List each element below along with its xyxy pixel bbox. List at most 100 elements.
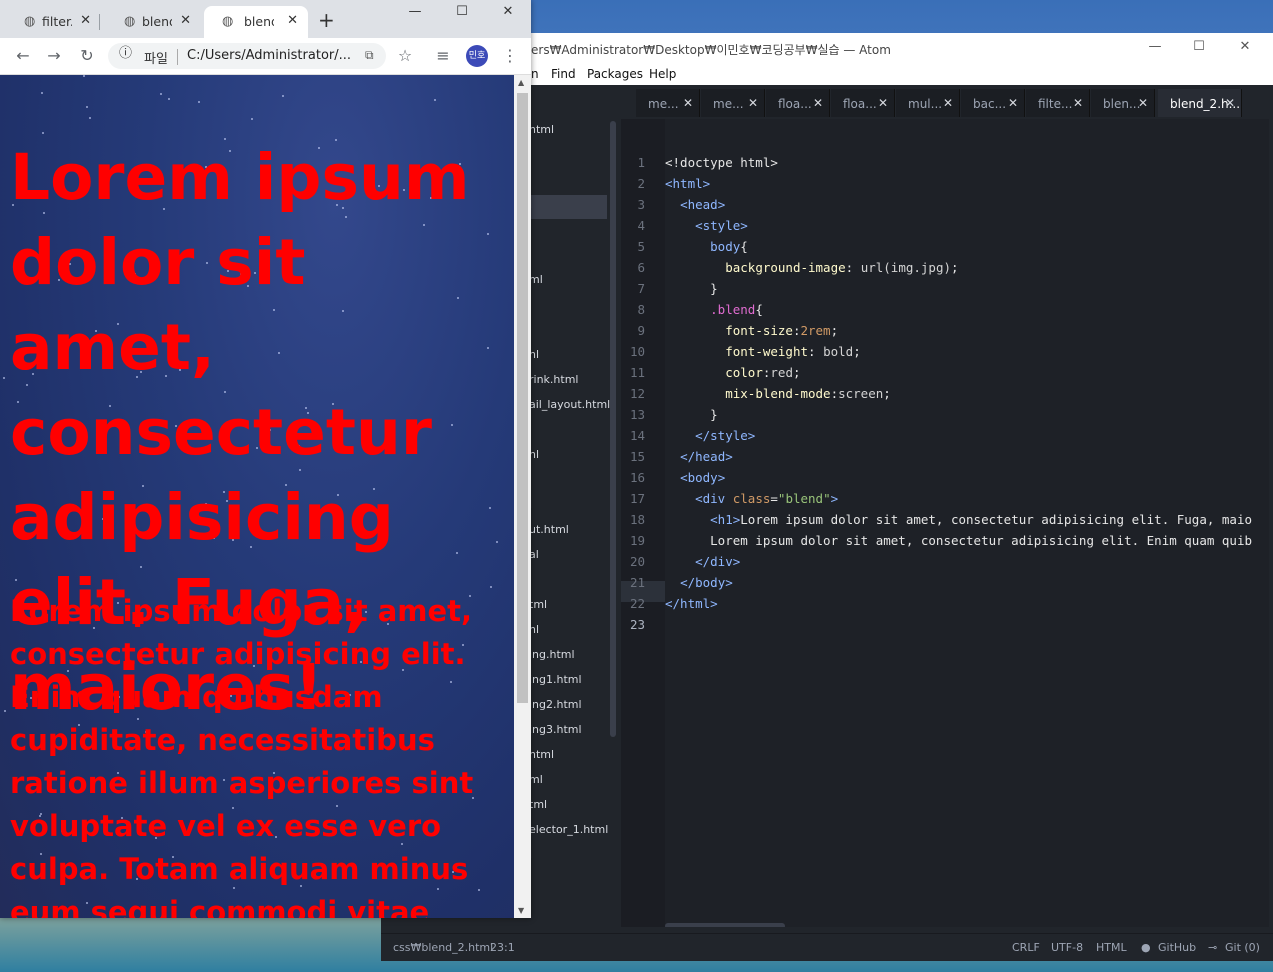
chrome-minimize-button[interactable]: — xyxy=(400,2,430,22)
status-bar: css₩blend_2.html 23:1 CRLF UTF-8 HTML ● … xyxy=(381,933,1273,961)
editor-tab[interactable]: me... ✕ xyxy=(636,89,700,117)
tree-file-item[interactable]: html xyxy=(529,123,554,136)
close-icon[interactable]: ✕ xyxy=(1138,96,1148,110)
close-icon[interactable]: ✕ xyxy=(1008,96,1018,110)
editor-tab[interactable]: blen... ✕ xyxy=(1091,89,1155,117)
code-token: ; xyxy=(951,260,959,275)
menu-item-selection[interactable]: n xyxy=(531,67,539,81)
scroll-down-arrow-icon[interactable]: ▼ xyxy=(518,906,524,915)
close-icon[interactable]: ✕ xyxy=(813,96,823,110)
star-decoration xyxy=(168,98,170,100)
blend-paragraph: Lorem ipsum dolor sit amet, consectetur … xyxy=(10,594,474,918)
code-line: Lorem ipsum dolor sit amet, consectetur … xyxy=(665,533,1252,548)
tree-file-item[interactable]: ing3.html xyxy=(529,723,582,736)
reload-icon[interactable]: ↻ xyxy=(76,46,98,66)
status-grammar[interactable]: HTML xyxy=(1096,941,1127,954)
editor-tab[interactable]: floa... ✕ xyxy=(831,89,895,117)
translate-icon[interactable]: ⧉ xyxy=(365,48,374,63)
editor-tab[interactable]: floa... ✕ xyxy=(766,89,830,117)
code-token: ; xyxy=(883,386,891,401)
address-bar[interactable]: ⓘ 파일 C:/Users/Administrator/... ⧉ xyxy=(108,43,386,69)
tree-file-item[interactable]: ing1.html xyxy=(529,673,582,686)
globe-icon: ◍ xyxy=(124,14,136,29)
tree-file-item[interactable]: ail_layout.html xyxy=(529,398,610,411)
chrome-close-button[interactable]: ✕ xyxy=(493,2,523,22)
close-icon[interactable]: ✕ xyxy=(180,13,191,28)
editor-tab[interactable]: me... ✕ xyxy=(701,89,765,117)
tree-file-item[interactable]: rink.html xyxy=(529,373,578,386)
code-line: font-size:2rem; xyxy=(665,323,838,338)
code-line: background-image: url(img.jpg); xyxy=(665,260,959,275)
tree-file-item[interactable]: ut.html xyxy=(529,523,569,536)
tree-file-item[interactable]: ml xyxy=(529,773,543,786)
tree-file-item[interactable]: html xyxy=(529,748,554,761)
scrollbar-thumb[interactable] xyxy=(517,93,528,703)
menu-item-find[interactable]: Find xyxy=(551,67,576,81)
forward-arrow-icon[interactable]: → xyxy=(43,46,65,66)
browser-tab-blend-1[interactable]: ◍ blend. ✕ xyxy=(102,6,200,38)
url-text[interactable]: C:/Users/Administrator/... xyxy=(187,48,352,63)
line-number-gutter: 1 2 3 4 5 6 7 8 9 10 11 12 13 14 15 16 17 18 19 20 21 22 23 xyxy=(621,119,665,927)
close-icon[interactable]: ✕ xyxy=(80,13,91,28)
status-git[interactable]: Git (0) xyxy=(1225,941,1260,954)
tree-selected-row xyxy=(529,195,607,219)
code-token: body xyxy=(710,239,741,254)
code-token: ; xyxy=(830,323,839,338)
editor-tab-label: bac... xyxy=(973,97,1007,111)
status-cursor-position[interactable]: 23:1 xyxy=(490,941,515,954)
code-token: screen xyxy=(838,386,884,401)
menu-item-help[interactable]: Help xyxy=(649,67,676,81)
code-editor[interactable]: <!doctype html> <html> <head> <style> bod… xyxy=(665,119,1269,927)
atom-close-button[interactable]: ✕ xyxy=(1235,37,1255,57)
atom-minimize-button[interactable]: — xyxy=(1145,37,1165,57)
status-encoding[interactable]: UTF-8 xyxy=(1051,941,1083,954)
new-tab-button[interactable]: + xyxy=(318,8,335,32)
tree-file-item[interactable]: tml xyxy=(529,798,547,811)
code-token: </body> xyxy=(680,575,733,590)
editor-tab[interactable]: blend_2.h... ✕ xyxy=(1158,89,1242,117)
star-decoration xyxy=(83,75,85,77)
line-number: 23 xyxy=(629,617,645,632)
status-github[interactable]: GitHub xyxy=(1158,941,1196,954)
menu-item-packages[interactable]: Packages xyxy=(587,67,643,81)
code-line: color:red; xyxy=(665,365,800,380)
info-icon[interactable]: ⓘ xyxy=(119,47,133,61)
editor-tab[interactable]: filte... ✕ xyxy=(1026,89,1090,117)
browser-tab-blend-2[interactable]: ◍ blend. ✕ xyxy=(204,6,308,38)
editor-tab[interactable]: mul... ✕ xyxy=(896,89,960,117)
status-file-path[interactable]: css₩blend_2.html xyxy=(393,941,493,954)
close-icon[interactable]: ✕ xyxy=(943,96,953,110)
scheme-label: 파일 xyxy=(144,52,168,67)
close-icon[interactable]: ✕ xyxy=(287,13,298,28)
bookmark-star-icon[interactable]: ☆ xyxy=(394,46,416,66)
browser-tab-filter[interactable]: ◍ filter.h ✕ xyxy=(2,6,100,38)
back-arrow-icon[interactable]: ← xyxy=(12,46,34,66)
profile-avatar[interactable]: 민호 xyxy=(466,45,488,67)
close-icon[interactable]: ✕ xyxy=(683,96,693,110)
page-scrollbar[interactable]: ▲ ▼ xyxy=(514,75,531,918)
tree-file-item[interactable]: ing2.html xyxy=(529,698,582,711)
line-number: 2 xyxy=(637,176,645,191)
tree-file-item[interactable]: tml xyxy=(529,598,547,611)
line-number: 15 xyxy=(629,449,645,464)
line-number: 13 xyxy=(629,407,645,422)
chrome-maximize-button[interactable]: ☐ xyxy=(447,2,477,22)
editor-tab[interactable]: bac... ✕ xyxy=(961,89,1025,117)
tree-file-item[interactable]: ing.html xyxy=(529,648,575,661)
tree-file-item[interactable]: ml xyxy=(529,273,543,286)
status-line-ending[interactable]: CRLF xyxy=(1012,941,1040,954)
scroll-up-arrow-icon[interactable]: ▲ xyxy=(518,78,524,87)
code-token: <style> xyxy=(695,218,748,233)
tree-file-item[interactable]: elector_1.html xyxy=(529,823,608,836)
close-icon[interactable]: ✕ xyxy=(1225,96,1235,110)
close-icon[interactable]: ✕ xyxy=(1073,96,1083,110)
editor-horizontal-scrollbar[interactable] xyxy=(665,923,785,927)
close-icon[interactable]: ✕ xyxy=(748,96,758,110)
kebab-menu-icon[interactable]: ⋮ xyxy=(499,46,521,66)
code-token: <body> xyxy=(680,470,726,485)
close-icon[interactable]: ✕ xyxy=(878,96,888,110)
media-controls-icon[interactable]: ≡ xyxy=(432,46,454,66)
atom-maximize-button[interactable]: ☐ xyxy=(1189,37,1209,57)
